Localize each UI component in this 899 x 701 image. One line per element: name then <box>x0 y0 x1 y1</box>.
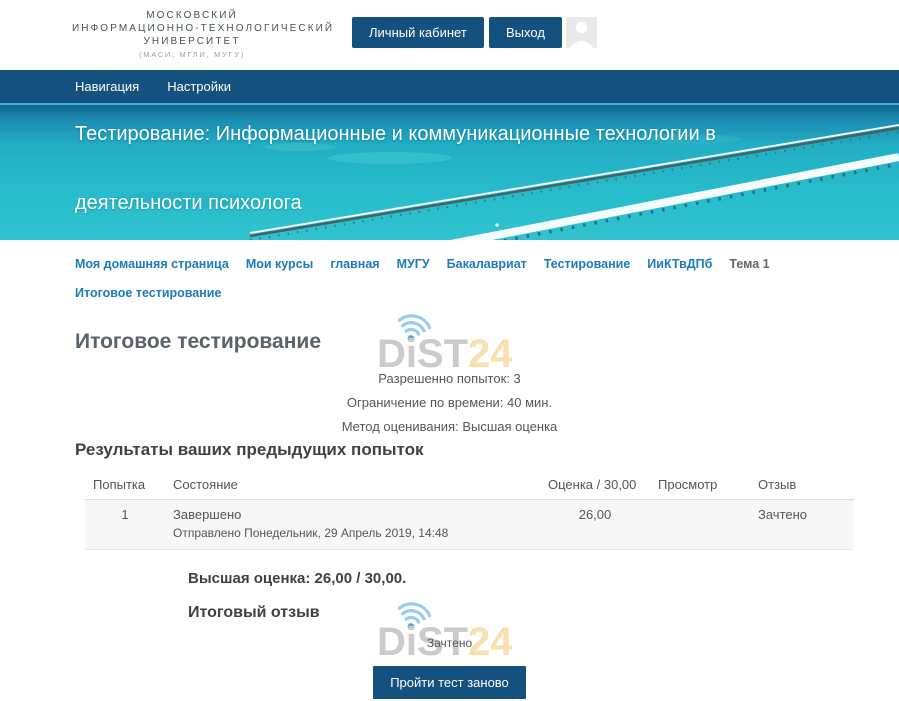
logo-subtitle: (МАСИ, МГЛИ, МУГУ) <box>72 50 312 59</box>
breadcrumb-row-1: Моя домашняя страница Мои курсы главная … <box>75 257 854 271</box>
retake-quiz-button[interactable]: Пройти тест заново <box>373 666 526 699</box>
quiz-results-page: { "colors": { "primary_blue": "#15517e",… <box>0 0 899 701</box>
final-feedback-heading: Итоговый отзыв <box>188 604 899 622</box>
attempt-state: Завершено Отправлено Понедельник, 29 Апр… <box>165 500 540 550</box>
avatar[interactable] <box>566 17 597 48</box>
quiz-time-limit: Ограничение по времени: 40 мин. <box>0 391 899 415</box>
breadcrumb-link-course-code[interactable]: ИиКТвДПб <box>647 257 712 271</box>
logo-line: УНИВЕРСИТЕТ <box>72 35 312 48</box>
logo-line: МОСКОВСКИЙ <box>72 9 312 22</box>
attempt-grade: 26,00 <box>540 500 650 550</box>
breadcrumb-current-topic: Тема 1 <box>729 257 769 271</box>
attempt-number: 1 <box>85 500 165 550</box>
attempts-table: Попытка Состояние Оценка / 30,00 Просмот… <box>85 471 854 550</box>
attempt-review <box>650 500 750 550</box>
nav-item-settings[interactable]: Настройки <box>167 79 231 94</box>
best-grade: Высшая оценка: 26,00 / 30,00. <box>188 570 899 587</box>
attempt-state-label: Завершено <box>173 507 241 522</box>
course-title-line2: деятельности психолога <box>75 192 899 215</box>
logo-line: ИНФОРМАЦИОННО-ТЕХНОЛОГИЧЕСКИЙ <box>72 22 312 35</box>
personal-cabinet-button[interactable]: Личный кабинет <box>352 17 484 48</box>
attempt-submitted-date: Отправлено Понедельник, 29 Апрель 2019, … <box>173 526 532 540</box>
quiz-attempts-allowed: Разрешенно попыток: 3 <box>0 367 899 391</box>
col-header-review: Просмотр <box>650 471 750 500</box>
breadcrumb-link-mugu[interactable]: МУГУ <box>397 257 430 271</box>
breadcrumb-link-final-test[interactable]: Итоговое тестирование <box>75 286 221 300</box>
course-title: Тестирование: Информационные и коммуника… <box>0 105 899 215</box>
quiz-grading-method: Метод оценивания: Высшая оценка <box>0 415 899 439</box>
attempts-table-wrap: Попытка Состояние Оценка / 30,00 Просмот… <box>85 471 854 550</box>
breadcrumb-link-bachelor[interactable]: Бакалавриат <box>447 257 527 271</box>
course-banner: Тестирование: Информационные и коммуника… <box>0 105 899 240</box>
quiz-info: Разрешенно попыток: 3 Ограничение по вре… <box>0 367 899 439</box>
col-header-attempt: Попытка <box>85 471 165 500</box>
attempts-table-header-row: Попытка Состояние Оценка / 30,00 Просмот… <box>85 471 854 500</box>
final-feedback-value: Зачтено <box>0 636 899 650</box>
breadcrumb-link-testing[interactable]: Тестирование <box>544 257 631 271</box>
breadcrumb-link-home[interactable]: Моя домашняя страница <box>75 257 229 271</box>
site-header: МОСКОВСКИЙ ИНФОРМАЦИОННО-ТЕХНОЛОГИЧЕСКИЙ… <box>0 0 899 70</box>
col-header-grade: Оценка / 30,00 <box>540 471 650 500</box>
logout-button[interactable]: Выход <box>489 17 562 48</box>
results-heading: Результаты ваших предыдущих попыток <box>75 440 899 460</box>
breadcrumb-row-2: Итоговое тестирование <box>75 286 854 300</box>
main-content: DiST 24 Итоговое тестирование Разрешенно… <box>0 330 899 699</box>
main-navbar: Навигация Настройки <box>0 70 899 105</box>
university-logo: МОСКОВСКИЙ ИНФОРМАЦИОННО-ТЕХНОЛОГИЧЕСКИЙ… <box>72 9 312 59</box>
retake-button-row: Пройти тест заново <box>0 666 899 699</box>
attempt-row: 1 Завершено Отправлено Понедельник, 29 А… <box>85 500 854 550</box>
quiz-title: Итоговое тестирование <box>75 330 899 354</box>
col-header-feedback: Отзыв <box>750 471 854 500</box>
breadcrumb-link-main[interactable]: главная <box>330 257 379 271</box>
nav-item-navigation[interactable]: Навигация <box>75 79 139 94</box>
attempt-feedback: Зачтено <box>750 500 854 550</box>
course-title-line1: Тестирование: Информационные и коммуника… <box>75 105 899 146</box>
breadcrumb-link-my-courses[interactable]: Мои курсы <box>246 257 314 271</box>
user-icon <box>566 17 597 48</box>
col-header-state: Состояние <box>165 471 540 500</box>
breadcrumb: Моя домашняя страница Мои курсы главная … <box>0 240 899 300</box>
